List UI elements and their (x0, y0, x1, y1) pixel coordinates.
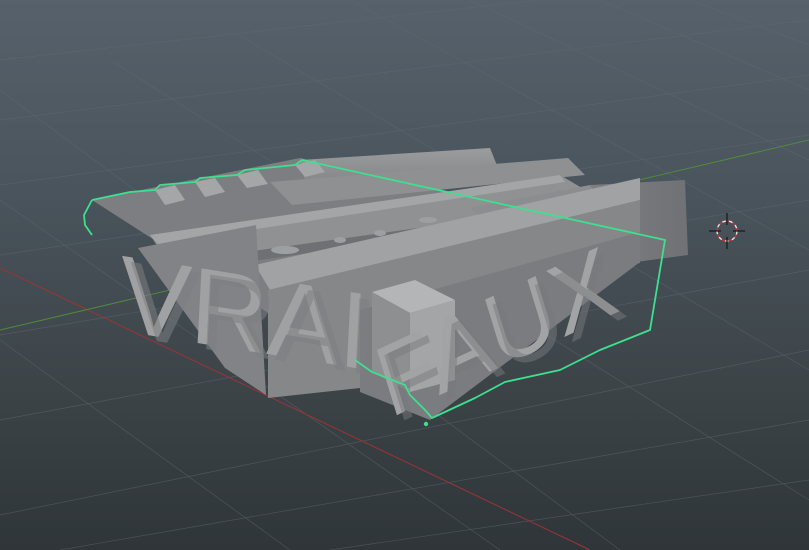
object-origin-icon[interactable] (423, 421, 429, 427)
3d-viewport[interactable]: VRAI VRAI FAUX FAUX (0, 0, 809, 550)
viewport-canvas[interactable]: VRAI VRAI FAUX FAUX (0, 0, 809, 550)
3d-cursor-icon[interactable] (709, 213, 745, 249)
selection-outline-left (83, 199, 93, 236)
